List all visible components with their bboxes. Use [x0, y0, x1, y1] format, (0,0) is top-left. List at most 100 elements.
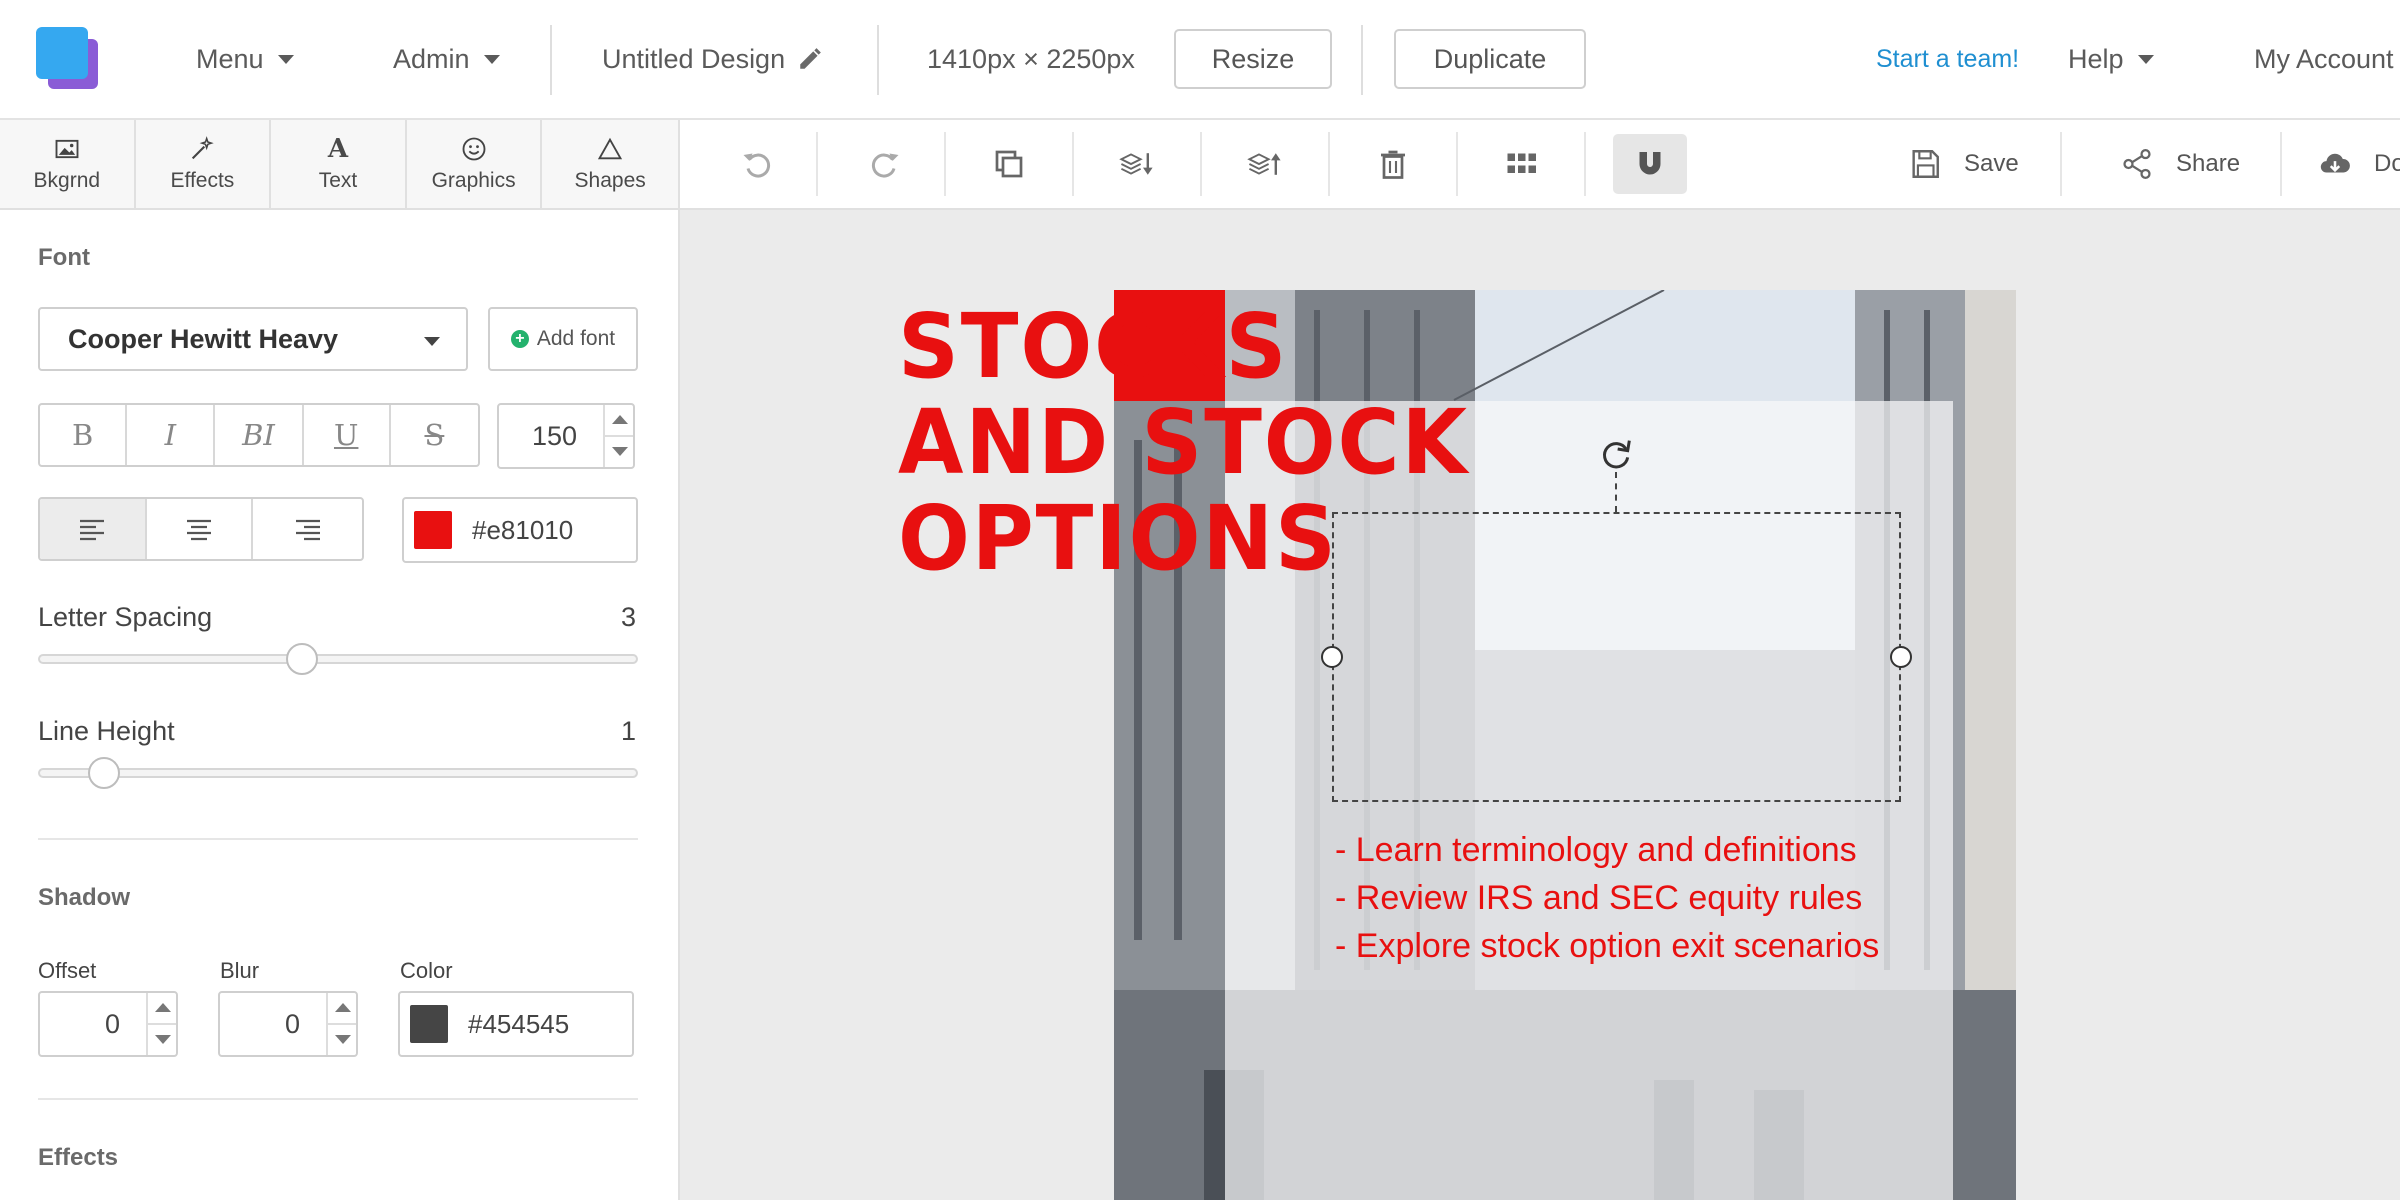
design-title[interactable]: Untitled Design — [602, 0, 823, 118]
shadow-color-field[interactable]: #454545 — [398, 991, 634, 1057]
letter-spacing-track[interactable] — [38, 654, 638, 664]
tab-effects[interactable]: Effects — [136, 120, 272, 208]
bold-icon: B — [71, 418, 94, 452]
divider — [816, 132, 818, 196]
effects-section-title: Effects — [38, 1144, 119, 1171]
save-label: Save — [1964, 150, 2019, 177]
arrow-up-icon[interactable] — [155, 1003, 171, 1012]
divider — [38, 838, 638, 840]
app-logo[interactable] — [36, 27, 100, 91]
letter-spacing-label: Letter Spacing — [38, 602, 213, 632]
tab-label: Bkgrnd — [33, 169, 101, 192]
grid-button[interactable] — [1484, 134, 1558, 194]
line-height-label: Line Height — [38, 716, 175, 746]
font-family-select[interactable]: Cooper Hewitt Heavy — [38, 307, 468, 371]
stepper-arrows — [326, 993, 356, 1055]
arrow-up-icon[interactable] — [335, 1003, 351, 1012]
letter-spacing-slider-thumb[interactable] — [286, 643, 318, 675]
arrow-down-icon[interactable] — [155, 1035, 171, 1044]
chevron-down-icon — [483, 54, 500, 64]
line-height-slider-thumb[interactable] — [88, 757, 120, 789]
align-right-icon — [295, 519, 320, 541]
menu-label: Menu — [196, 43, 264, 74]
text-color-value: #e81010 — [472, 514, 574, 545]
shadow-offset-stepper[interactable]: 0 — [38, 991, 178, 1057]
stepper-arrows — [603, 405, 633, 467]
floppy-disk-icon — [1912, 150, 1939, 178]
shadow-blur-value: 0 — [284, 1008, 300, 1039]
underline-icon: U — [333, 418, 359, 452]
bold-italic-icon: BI — [242, 418, 275, 452]
rotate-handle-icon[interactable] — [1596, 434, 1636, 474]
shadow-blur-stepper[interactable]: 0 — [218, 991, 358, 1057]
admin-dropdown[interactable]: Admin — [393, 0, 500, 118]
divider — [2280, 132, 2282, 196]
shadow-blur-label: Blur — [220, 958, 260, 983]
shadow-color-swatch[interactable] — [410, 1005, 448, 1043]
snap-magnet-toggle[interactable] — [1613, 134, 1687, 194]
grid-icon — [1507, 153, 1536, 173]
line-height-track[interactable] — [38, 768, 638, 778]
add-font-button[interactable]: + Add font — [488, 307, 638, 371]
undo-button[interactable] — [720, 134, 794, 194]
top-bar: Menu Admin Untitled Design 1410px × 2250… — [0, 0, 2400, 120]
text-icon: A — [327, 134, 349, 164]
underline-button[interactable]: U — [304, 405, 391, 465]
tab-shapes[interactable]: Shapes — [542, 120, 678, 208]
align-right-button[interactable] — [253, 499, 362, 559]
bold-button[interactable]: B — [40, 405, 128, 465]
redo-button[interactable] — [848, 134, 922, 194]
align-center-button[interactable] — [147, 499, 254, 559]
send-backward-button[interactable] — [1100, 134, 1174, 194]
bullet-list[interactable]: - Learn terminology and definitions - Re… — [1335, 826, 1955, 970]
tab-label: Effects — [170, 169, 235, 192]
add-font-label: Add font — [536, 327, 616, 350]
divider — [1584, 132, 1586, 196]
undo-icon — [743, 153, 771, 178]
trash-icon — [1381, 150, 1405, 179]
text-align-group — [38, 497, 364, 561]
save-button[interactable]: Save — [1908, 120, 2019, 208]
text-color-swatch[interactable] — [414, 511, 452, 549]
tab-text[interactable]: A Text — [271, 120, 407, 208]
resize-handle-right[interactable] — [1890, 646, 1912, 668]
bold-italic-button[interactable]: BI — [215, 405, 304, 465]
copy-button[interactable] — [972, 134, 1046, 194]
divider — [2060, 132, 2062, 196]
duplicate-button[interactable]: Duplicate — [1394, 29, 1586, 89]
menu-dropdown[interactable]: Menu — [196, 0, 294, 118]
text-color-field[interactable]: #e81010 — [402, 497, 638, 563]
divider — [38, 1098, 638, 1100]
shadow-color-label: Color — [400, 958, 453, 983]
help-dropdown[interactable]: Help — [2068, 0, 2154, 118]
delete-button[interactable] — [1356, 134, 1430, 194]
resize-button[interactable]: Resize — [1174, 29, 1332, 89]
my-account-link[interactable]: My Account — [2254, 0, 2394, 118]
tool-tabs: Bkgrnd Effects A Text Graphics Shapes — [0, 120, 680, 210]
smiley-icon — [462, 137, 486, 161]
download-button[interactable]: Do — [2318, 120, 2400, 208]
tab-graphics[interactable]: Graphics — [407, 120, 543, 208]
logo-front-square — [36, 27, 88, 79]
resize-handle-left[interactable] — [1321, 646, 1343, 668]
headline-line: STOCKS — [898, 294, 1289, 398]
tab-background[interactable]: Bkgrnd — [0, 120, 136, 208]
tab-label: Text — [318, 169, 358, 192]
arrow-down-icon[interactable] — [335, 1035, 351, 1044]
admin-label: Admin — [393, 43, 470, 74]
font-size-stepper[interactable]: 150 — [497, 403, 635, 469]
bring-forward-button[interactable] — [1228, 134, 1302, 194]
italic-button[interactable]: I — [127, 405, 216, 465]
chevron-down-icon — [2137, 54, 2154, 64]
share-button[interactable]: Share — [2120, 120, 2240, 208]
strikethrough-button[interactable]: S — [391, 405, 478, 465]
start-team-link[interactable]: Start a team! — [1876, 0, 2019, 118]
align-left-button[interactable] — [40, 499, 147, 559]
divider — [944, 132, 946, 196]
layers-down-icon — [1119, 153, 1153, 175]
arrow-down-icon[interactable] — [612, 447, 628, 456]
divider — [1456, 132, 1458, 196]
arrow-up-icon[interactable] — [612, 415, 628, 424]
divider — [1200, 132, 1202, 196]
bullet-item: - Learn terminology and definitions — [1335, 831, 1857, 869]
